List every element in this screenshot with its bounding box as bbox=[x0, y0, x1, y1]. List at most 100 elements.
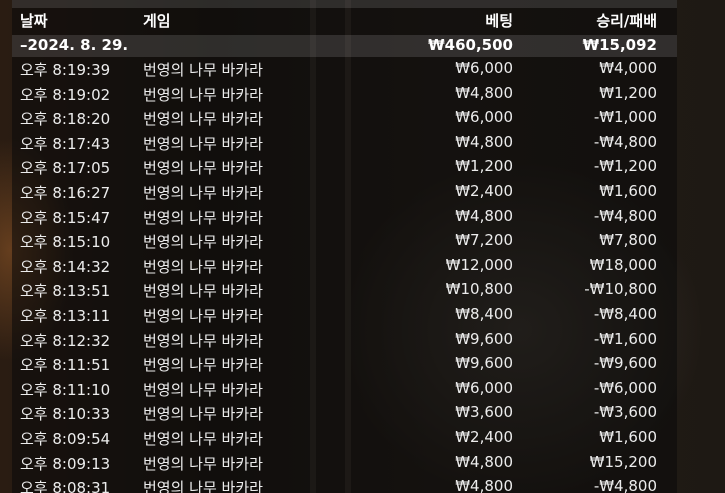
history-rows: 오후 8:19:39 번영의 나무 바카라 ₩6,000 ₩4,000 오후 8:19:… bbox=[12, 58, 677, 493]
row-game: 번영의 나무 바카라 bbox=[143, 208, 263, 227]
history-row[interactable]: 오후 8:14:32 번영의 나무 바카라 ₩12,000 ₩18,000 bbox=[12, 255, 677, 280]
row-time: 오후 8:12:32 bbox=[20, 331, 111, 350]
row-result: ₩1,600 bbox=[599, 181, 657, 200]
row-game: 번영의 나무 바카라 bbox=[143, 85, 263, 104]
history-row[interactable]: 오후 8:19:39 번영의 나무 바카라 ₩6,000 ₩4,000 bbox=[12, 58, 677, 83]
row-result: -₩3,600 bbox=[593, 403, 657, 422]
row-bet: ₩6,000 bbox=[455, 378, 513, 397]
history-row[interactable]: 오후 8:12:32 번영의 나무 바카라 ₩9,600 -₩1,600 bbox=[12, 329, 677, 354]
row-bet: ₩4,800 bbox=[455, 452, 513, 471]
row-bet: ₩4,800 bbox=[455, 206, 513, 225]
history-row[interactable]: 오후 8:08:31 번영의 나무 바카라 ₩4,800 -₩4,800 bbox=[12, 476, 677, 493]
row-result: -₩1,000 bbox=[593, 108, 657, 127]
row-time: 오후 8:11:51 bbox=[20, 356, 111, 375]
history-row[interactable]: 오후 8:10:33 번영의 나무 바카라 ₩3,600 -₩3,600 bbox=[12, 402, 677, 427]
row-game: 번영의 나무 바카라 bbox=[143, 429, 263, 448]
row-bet: ₩10,800 bbox=[445, 280, 513, 299]
history-row[interactable]: 오후 8:17:43 번영의 나무 바카라 ₩4,800 -₩4,800 bbox=[12, 132, 677, 157]
history-row[interactable]: 오후 8:13:51 번영의 나무 바카라 ₩10,800 -₩10,800 bbox=[12, 279, 677, 304]
history-row[interactable]: 오후 8:11:10 번영의 나무 바카라 ₩6,000 -₩6,000 bbox=[12, 378, 677, 403]
row-result: -₩1,200 bbox=[593, 157, 657, 176]
row-time: 오후 8:11:10 bbox=[20, 380, 111, 399]
row-bet: ₩9,600 bbox=[455, 354, 513, 373]
row-result: -₩1,600 bbox=[593, 329, 657, 348]
row-time: 오후 8:15:47 bbox=[20, 208, 111, 227]
row-time: 오후 8:13:11 bbox=[20, 306, 111, 325]
row-game: 번영의 나무 바카라 bbox=[143, 405, 263, 424]
history-row[interactable]: 오후 8:19:02 번영의 나무 바카라 ₩4,800 ₩1,200 bbox=[12, 83, 677, 108]
row-bet: ₩6,000 bbox=[455, 108, 513, 127]
history-row[interactable]: 오후 8:15:47 번영의 나무 바카라 ₩4,800 -₩4,800 bbox=[12, 206, 677, 231]
header-win-loss: 승리/패배 bbox=[596, 12, 657, 30]
header-date: 날짜 bbox=[20, 12, 48, 30]
row-time: 오후 8:15:10 bbox=[20, 233, 111, 252]
row-result: -₩4,800 bbox=[593, 477, 657, 493]
row-game: 번영의 나무 바카라 bbox=[143, 183, 263, 202]
row-result: -₩4,800 bbox=[593, 206, 657, 225]
row-time: 오후 8:10:33 bbox=[20, 405, 111, 424]
header-bet: 베팅 bbox=[485, 12, 513, 30]
row-time: 오후 8:19:39 bbox=[20, 61, 111, 79]
row-game: 번영의 나무 바카라 bbox=[143, 110, 263, 129]
row-bet: ₩3,600 bbox=[455, 403, 513, 422]
row-bet: ₩8,400 bbox=[455, 304, 513, 323]
row-result: ₩7,800 bbox=[599, 231, 657, 250]
row-bet: ₩4,800 bbox=[455, 132, 513, 151]
row-game: 번영의 나무 바카라 bbox=[143, 134, 263, 153]
history-table-header: 날짜 게임 베팅 승리/패배 bbox=[12, 8, 677, 34]
history-row[interactable]: 오후 8:09:54 번영의 나무 바카라 ₩2,400 ₩1,600 bbox=[12, 427, 677, 452]
row-result: ₩18,000 bbox=[589, 255, 657, 274]
panel-top-strip bbox=[12, 0, 677, 8]
history-row[interactable]: 오후 8:15:10 번영의 나무 바카라 ₩7,200 ₩7,800 bbox=[12, 230, 677, 255]
row-result: ₩1,600 bbox=[599, 427, 657, 446]
row-result: -₩10,800 bbox=[584, 280, 657, 299]
row-bet: ₩6,000 bbox=[455, 59, 513, 77]
row-result: ₩1,200 bbox=[599, 83, 657, 102]
row-result: -₩4,800 bbox=[593, 132, 657, 151]
row-bet: ₩4,800 bbox=[455, 83, 513, 102]
row-game: 번영의 나무 바카라 bbox=[143, 331, 263, 350]
row-time: 오후 8:17:05 bbox=[20, 159, 111, 178]
row-time: 오후 8:16:27 bbox=[20, 183, 111, 202]
row-game: 번영의 나무 바카라 bbox=[143, 479, 263, 493]
header-game: 게임 bbox=[143, 12, 171, 30]
row-time: 오후 8:19:02 bbox=[20, 85, 111, 104]
row-game: 번영의 나무 바카라 bbox=[143, 61, 263, 79]
row-time: 오후 8:17:43 bbox=[20, 134, 111, 153]
group-total-win-loss: ₩15,092 bbox=[582, 36, 657, 54]
row-game: 번영의 나무 바카라 bbox=[143, 257, 263, 276]
history-row[interactable]: 오후 8:11:51 번영의 나무 바카라 ₩9,600 -₩9,600 bbox=[12, 353, 677, 378]
history-row[interactable]: 오후 8:13:11 번영의 나무 바카라 ₩8,400 -₩8,400 bbox=[12, 304, 677, 329]
history-row[interactable]: 오후 8:09:13 번영의 나무 바카라 ₩4,800 ₩15,200 bbox=[12, 452, 677, 477]
row-game: 번영의 나무 바카라 bbox=[143, 454, 263, 473]
history-row[interactable]: 오후 8:16:27 번영의 나무 바카라 ₩2,400 ₩1,600 bbox=[12, 181, 677, 206]
row-game: 번영의 나무 바카라 bbox=[143, 380, 263, 399]
row-game: 번영의 나무 바카라 bbox=[143, 233, 263, 252]
row-result: -₩8,400 bbox=[593, 304, 657, 323]
row-time: 오후 8:09:54 bbox=[20, 429, 111, 448]
row-time: 오후 8:14:32 bbox=[20, 257, 111, 276]
row-game: 번영의 나무 바카라 bbox=[143, 306, 263, 325]
row-game: 번영의 나무 바카라 bbox=[143, 282, 263, 301]
bet-history-panel: 날짜 게임 베팅 승리/패배 –2024. 8. 29. ₩460,500 ₩1… bbox=[12, 0, 677, 493]
row-bet: ₩7,200 bbox=[455, 231, 513, 250]
row-result: ₩15,200 bbox=[589, 452, 657, 471]
row-time: 오후 8:13:51 bbox=[20, 282, 111, 301]
row-game: 번영의 나무 바카라 bbox=[143, 356, 263, 375]
date-group-row[interactable]: –2024. 8. 29. ₩460,500 ₩15,092 bbox=[12, 35, 677, 57]
row-time: 오후 8:18:20 bbox=[20, 110, 111, 129]
history-row[interactable]: 오후 8:17:05 번영의 나무 바카라 ₩1,200 -₩1,200 bbox=[12, 156, 677, 181]
row-bet: ₩12,000 bbox=[445, 255, 513, 274]
row-bet: ₩2,400 bbox=[455, 181, 513, 200]
row-result: ₩4,000 bbox=[599, 59, 657, 77]
row-result: -₩9,600 bbox=[593, 354, 657, 373]
row-bet: ₩9,600 bbox=[455, 329, 513, 348]
row-time: 오후 8:09:13 bbox=[20, 454, 111, 473]
row-bet: ₩4,800 bbox=[455, 477, 513, 493]
row-bet: ₩2,400 bbox=[455, 427, 513, 446]
group-date: –2024. 8. 29. bbox=[20, 36, 129, 54]
row-game: 번영의 나무 바카라 bbox=[143, 159, 263, 178]
history-row[interactable]: 오후 8:18:20 번영의 나무 바카라 ₩6,000 -₩1,000 bbox=[12, 107, 677, 132]
row-bet: ₩1,200 bbox=[455, 157, 513, 176]
row-result: -₩6,000 bbox=[593, 378, 657, 397]
